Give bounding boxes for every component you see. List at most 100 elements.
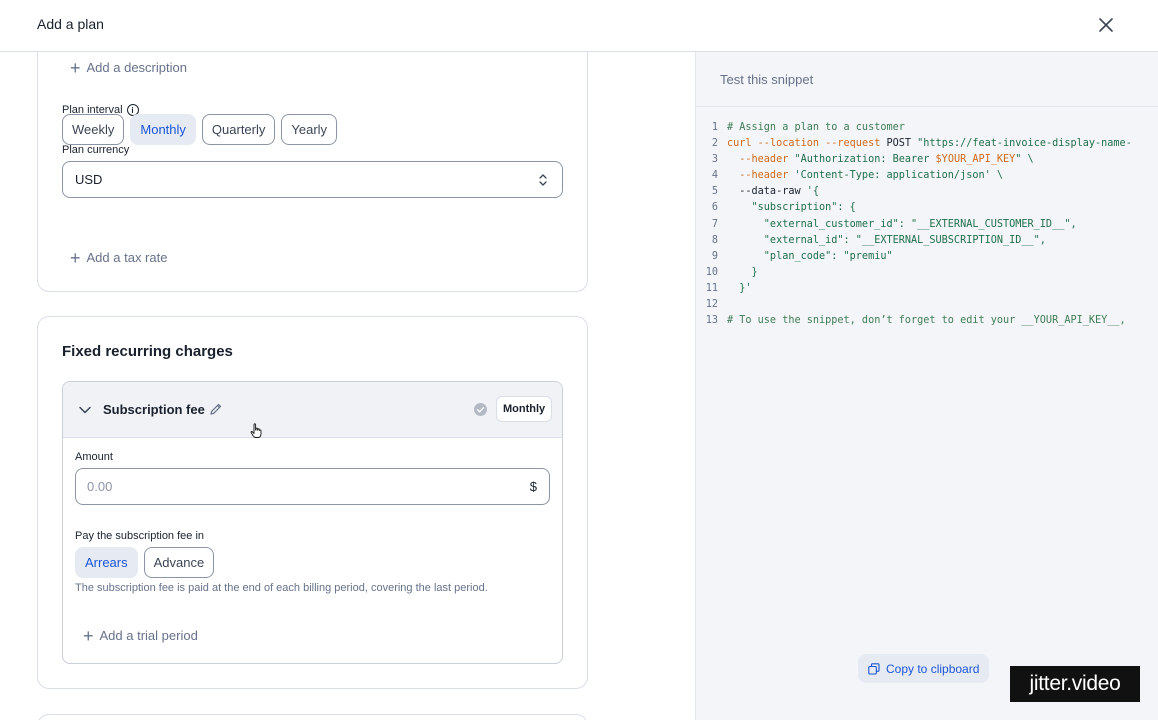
code-line: 11 }' <box>696 281 1158 297</box>
code-token: "Authorization: Bearer <box>794 154 936 166</box>
modal-title: Add a plan <box>37 16 104 32</box>
code-line: 7 "external_customer_id": "__EXTERNAL_CU… <box>696 217 1158 233</box>
line-number: 11 <box>705 282 718 294</box>
code-line: 12 <box>696 297 1158 313</box>
subscription-fee-title: Subscription fee <box>103 402 205 417</box>
code-token: 'Content-Type: application/json' \ <box>794 170 1004 182</box>
line-number: 7 <box>711 218 718 230</box>
add-trial-period-label: Add a trial period <box>99 628 198 643</box>
pay-arrears-option[interactable]: Arrears <box>75 547 138 578</box>
code-token: "https://feat-invoice-display-name- <box>917 138 1132 150</box>
code-block: 1 # Assign a plan to a customer 2 curl --lo… <box>696 120 1158 329</box>
interval-yearly[interactable]: Yearly <box>281 114 338 145</box>
interval-badge: Monthly <box>496 396 553 422</box>
add-trial-period-button[interactable]: + Add a trial period <box>83 625 198 646</box>
add-description-label: Add a description <box>86 60 187 75</box>
snippet-panel: Test this snippet 1 # Assign a plan to a … <box>695 52 1158 720</box>
divider <box>696 106 1158 107</box>
line-number: 13 <box>705 315 718 327</box>
code-text: "external_id": "__EXTERNAL_SUBSCRIPTION_… <box>727 233 1046 249</box>
add-tax-rate-button[interactable]: + Add a tax rate <box>70 247 168 268</box>
chevron-down-icon[interactable] <box>77 402 93 418</box>
code-line: 2 curl --location --request POST "https:/… <box>696 136 1158 152</box>
subscription-fee-accordion: Subscription fee Monthly Amount 0.00 $ P… <box>62 381 563 664</box>
copy-to-clipboard-button[interactable]: Copy to clipboard <box>858 654 990 683</box>
pay-in-label: Pay the subscription fee in <box>75 530 205 542</box>
code-token: --data-raw <box>727 186 807 198</box>
pay-advance-option[interactable]: Advance <box>143 547 215 578</box>
code-text: "plan_code": "premiu" <box>727 249 893 265</box>
code-token: }' <box>727 282 752 294</box>
subscription-fee-header[interactable]: Subscription fee Monthly <box>63 382 562 438</box>
code-text: "subscription": { <box>727 200 856 216</box>
code-text: --data-raw '{ <box>727 184 819 200</box>
watermark: jitter.video <box>1010 666 1140 702</box>
code-line: 4 --header 'Content-Type: application/js… <box>696 168 1158 184</box>
code-text: "external_customer_id": "__EXTERNAL_CUST… <box>727 217 1077 233</box>
copy-label: Copy to clipboard <box>886 661 980 676</box>
modal-header: Add a plan <box>0 0 1158 52</box>
code-token: " \ <box>1015 154 1034 166</box>
hand-cursor-icon <box>250 423 262 438</box>
pencil-icon[interactable] <box>209 402 223 416</box>
code-line: 5 --data-raw '{ <box>696 184 1158 200</box>
interval-weekly[interactable]: Weekly <box>62 114 125 145</box>
line-number: 4 <box>711 170 718 182</box>
code-token: "external_id": "__EXTERNAL_SUBSCRIPTION_… <box>727 234 1046 246</box>
line-number: 9 <box>711 250 718 262</box>
line-number: 5 <box>711 186 718 198</box>
snippet-title: Test this snippet <box>720 72 814 87</box>
add-description-button[interactable]: + Add a description <box>70 59 187 77</box>
code-line: 10 } <box>696 265 1158 281</box>
code-text: --header "Authorization: Bearer $YOUR_AP… <box>727 152 1034 168</box>
plan-settings-card: + Add a description Plan interval i Week… <box>37 52 588 292</box>
code-token: '{ <box>806 186 820 198</box>
line-number: 8 <box>711 234 718 246</box>
code-line: 1 # Assign a plan to a customer <box>696 120 1158 136</box>
code-line: 6 "subscription": { <box>696 200 1158 216</box>
code-token: # Assign a plan to a customer <box>727 122 905 133</box>
code-text: # Assign a plan to a customer <box>727 120 905 136</box>
interval-monthly[interactable]: Monthly <box>130 114 196 145</box>
line-number: 2 <box>711 138 718 150</box>
code-token: --header <box>727 154 795 166</box>
amount-input[interactable]: 0.00 $ <box>75 468 550 505</box>
code-token: curl <box>727 138 758 150</box>
section-title: Fixed recurring charges <box>62 343 233 360</box>
plan-currency-value: USD <box>75 172 103 187</box>
next-section-card <box>37 714 588 720</box>
code-text: --header 'Content-Type: application/json… <box>727 168 1003 184</box>
code-line: 8 "external_id": "__EXTERNAL_SUBSCRIPTIO… <box>696 233 1158 249</box>
code-line: 13 # To use the snippet, don’t forget to … <box>696 313 1158 329</box>
code-text: # To use the snippet, don’t forget to ed… <box>727 313 1126 329</box>
code-line: 9 "plan_code": "premiu" <box>696 249 1158 265</box>
copy-icon <box>868 662 880 675</box>
code-line: 3 --header "Authorization: Bearer $YOUR_… <box>696 152 1158 168</box>
interval-quarterly[interactable]: Quarterly <box>201 114 276 145</box>
pay-help-text: The subscription fee is paid at the end … <box>75 582 488 594</box>
plan-currency-select[interactable]: USD <box>62 161 563 198</box>
pay-in-selector: Arrears Advance <box>75 547 215 578</box>
fixed-charges-card: Fixed recurring charges Subscription fee… <box>37 316 588 689</box>
plus-icon: + <box>83 625 94 646</box>
code-token: "external_customer_id": "__EXTERNAL_CUST… <box>727 218 1077 230</box>
code-token: POST <box>886 138 918 150</box>
add-tax-rate-label: Add a tax rate <box>86 250 168 265</box>
code-token: # To use the snippet, don’t forget to ed… <box>727 315 1126 327</box>
plan-interval-selector: Weekly Monthly Quarterly Yearly <box>62 114 338 145</box>
amount-label: Amount <box>75 451 113 463</box>
plan-currency-label: Plan currency <box>62 144 130 156</box>
plan-form: + Add a description Plan interval i Week… <box>0 52 695 720</box>
code-text: curl --location --request POST "https://… <box>727 136 1132 152</box>
close-icon[interactable] <box>1094 13 1118 37</box>
chevron-up-down-icon <box>539 174 547 186</box>
check-circle-icon <box>474 403 487 416</box>
currency-symbol: $ <box>529 479 537 494</box>
line-number: 12 <box>705 299 718 311</box>
code-token: --header <box>727 170 795 182</box>
code-text: }' <box>727 281 752 297</box>
code-token: --request <box>825 138 887 150</box>
plus-icon: + <box>70 247 81 268</box>
code-text: } <box>727 265 758 281</box>
code-token: } <box>727 266 758 278</box>
